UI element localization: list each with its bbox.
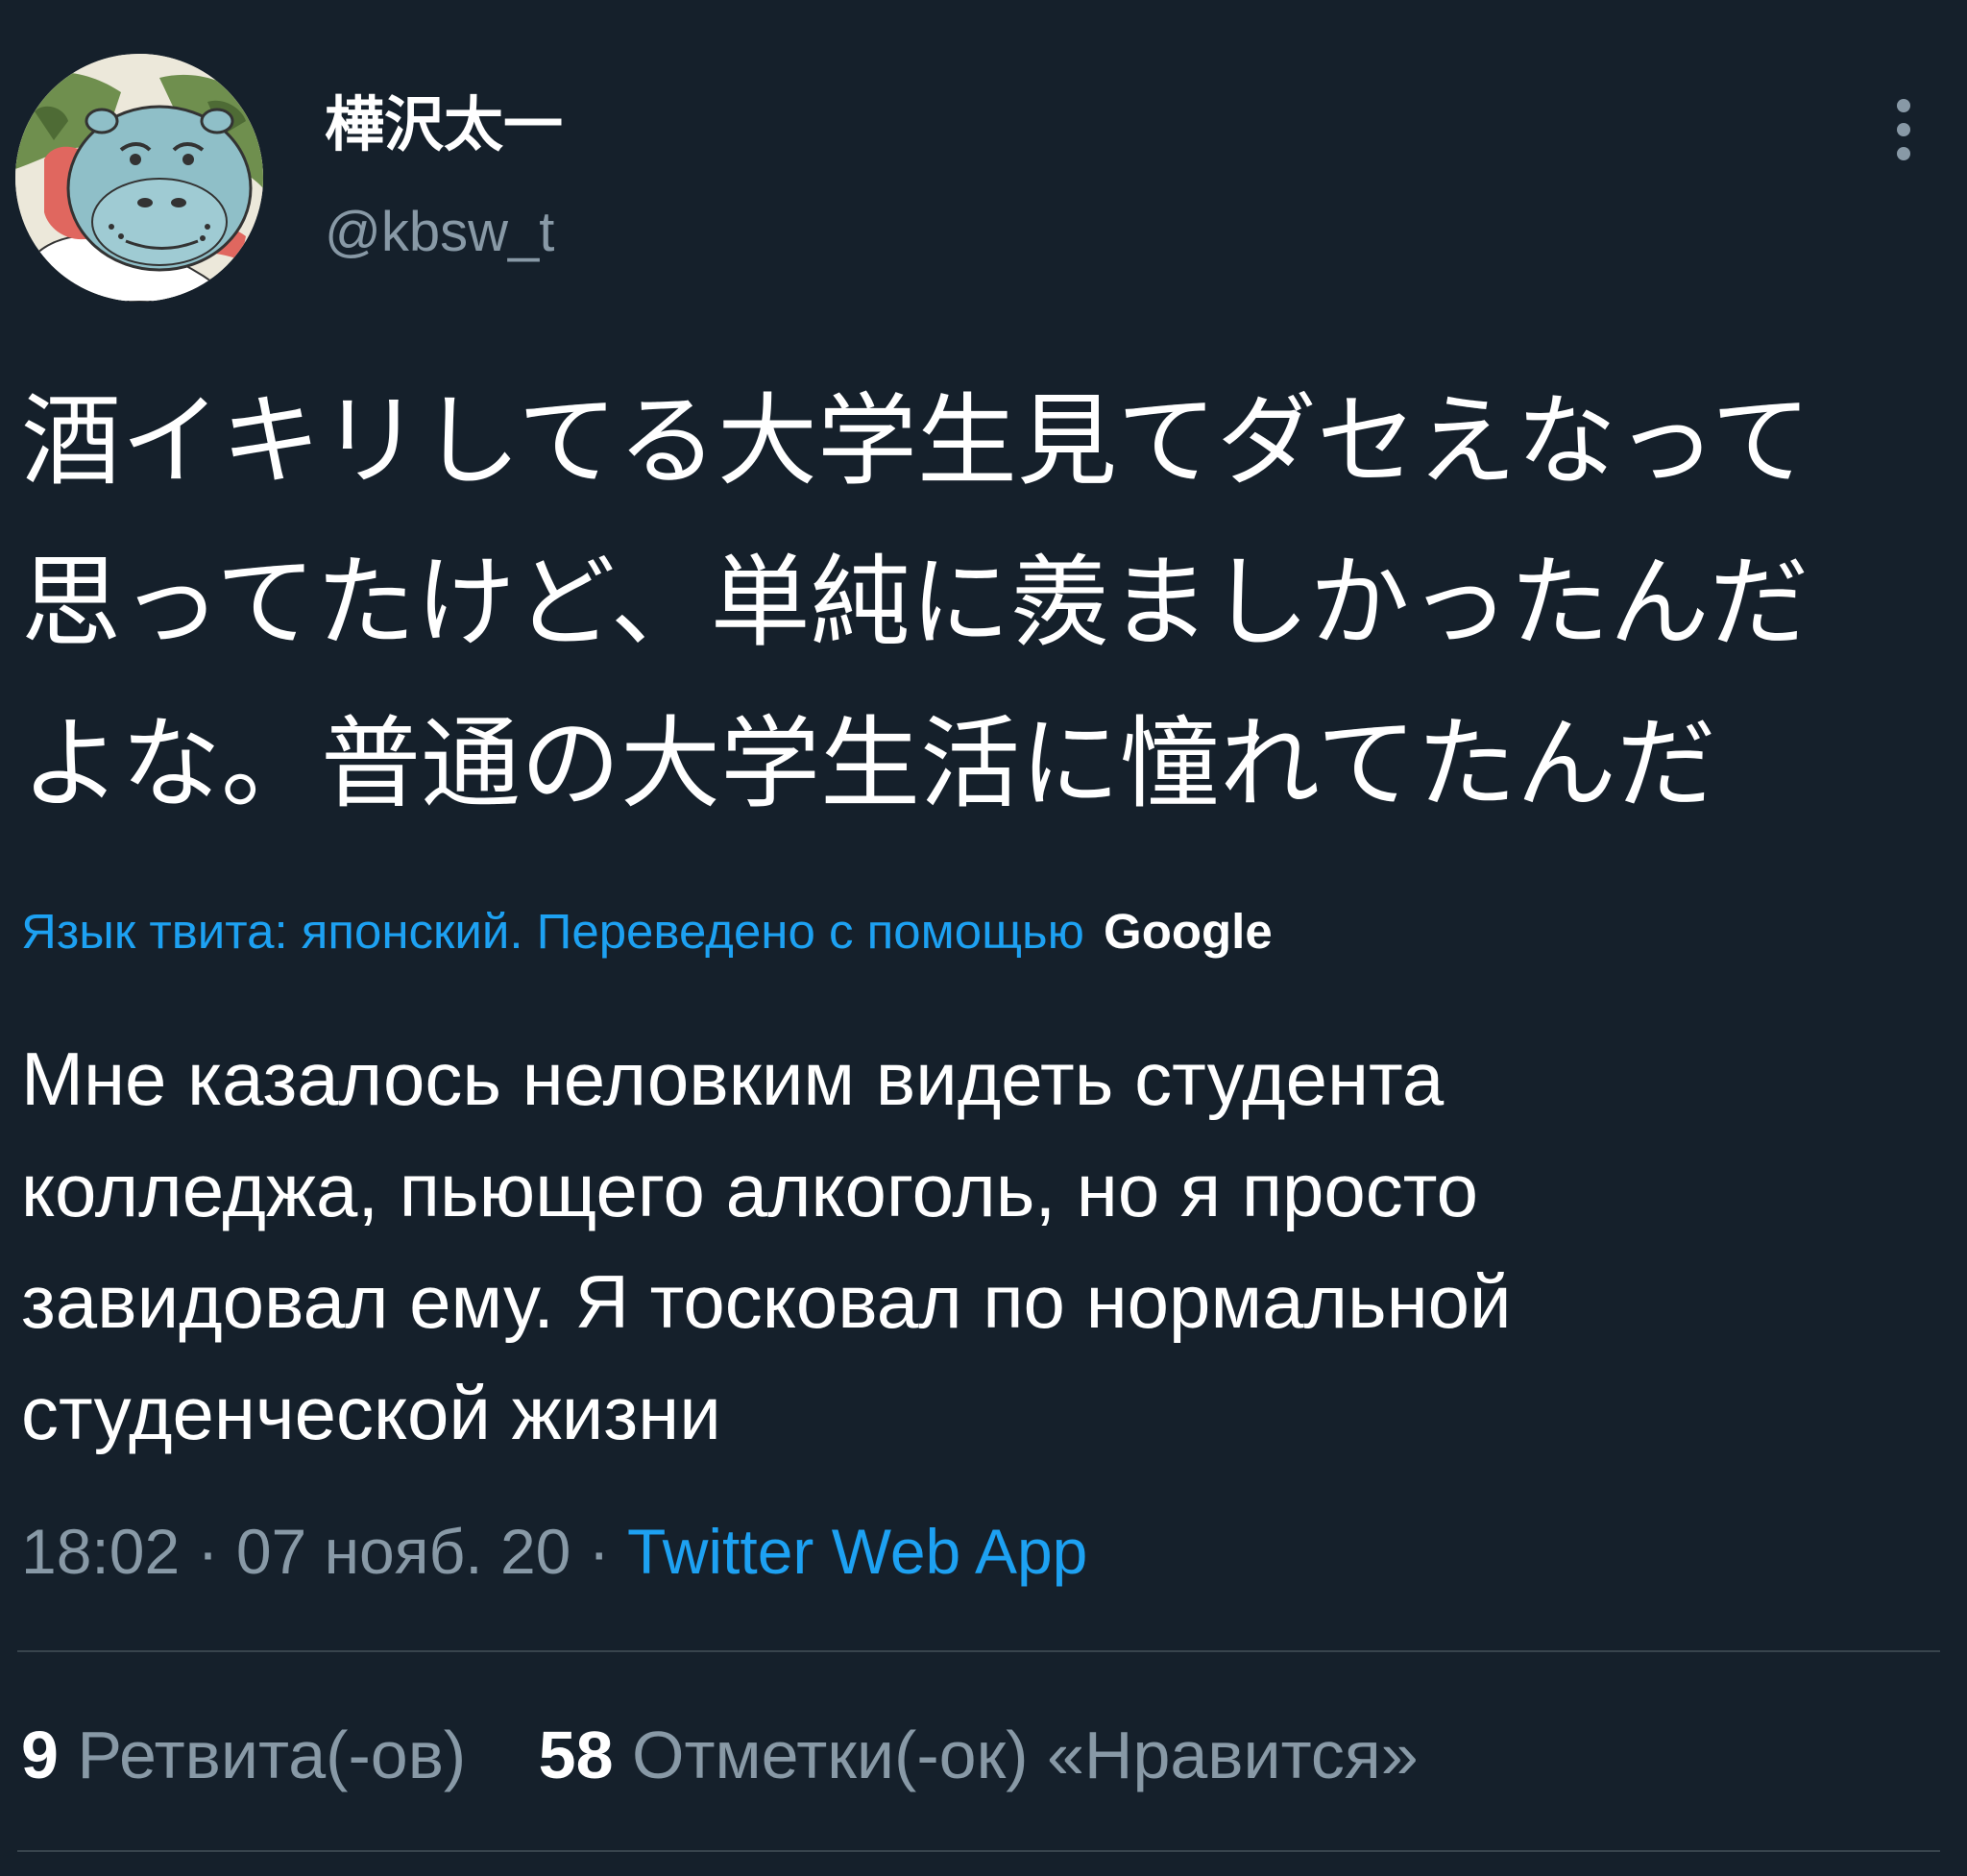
display-name[interactable]: 樺沢太一 <box>325 91 563 160</box>
translation-provider: Google <box>1104 904 1273 959</box>
tweet-text: 酒イキリしてる大学生見てダセえなって 思ってたけど、単純に羨ましかったんだ よな… <box>21 382 1811 822</box>
likes-label: Отметки(-ок) «Нравится» <box>632 1718 1419 1792</box>
retweets-label: Ретвита(-ов) <box>77 1718 467 1792</box>
tweet-stats: 9 Ретвита(-ов) 58 Отметки(-ок) «Нравится… <box>21 1715 1419 1795</box>
retweets-stat[interactable]: 9 Ретвита(-ов) <box>21 1715 466 1795</box>
hippo-avatar-icon <box>15 54 263 302</box>
translation-notice[interactable]: Язык твита: японский. Переведено с помощ… <box>21 901 1273 962</box>
more-vertical-icon <box>1897 99 1910 160</box>
user-handle[interactable]: @kbsw_t <box>325 200 554 265</box>
tweet-date[interactable]: 07 нояб. 20 <box>236 1516 571 1587</box>
translation-label: Язык твита: японский. Переведено с помощ… <box>21 904 1084 959</box>
tweet-time[interactable]: 18:02 <box>21 1516 180 1587</box>
tweet-meta: 18:02 · 07 нояб. 20 · Twitter Web App <box>21 1513 1087 1590</box>
likes-stat[interactable]: 58 Отметки(-ок) «Нравится» <box>539 1715 1419 1795</box>
divider <box>17 1650 1940 1652</box>
translated-text: Мне казалось неловким видеть студента ко… <box>21 1036 1512 1455</box>
meta-separator: · <box>197 1516 219 1587</box>
tweet-source-link[interactable]: Twitter Web App <box>627 1516 1087 1587</box>
retweets-count: 9 <box>21 1718 59 1792</box>
more-options-button[interactable] <box>1884 91 1923 168</box>
likes-count: 58 <box>538 1718 614 1792</box>
divider <box>17 1850 1940 1852</box>
meta-separator: · <box>588 1516 610 1587</box>
avatar[interactable] <box>15 54 263 302</box>
